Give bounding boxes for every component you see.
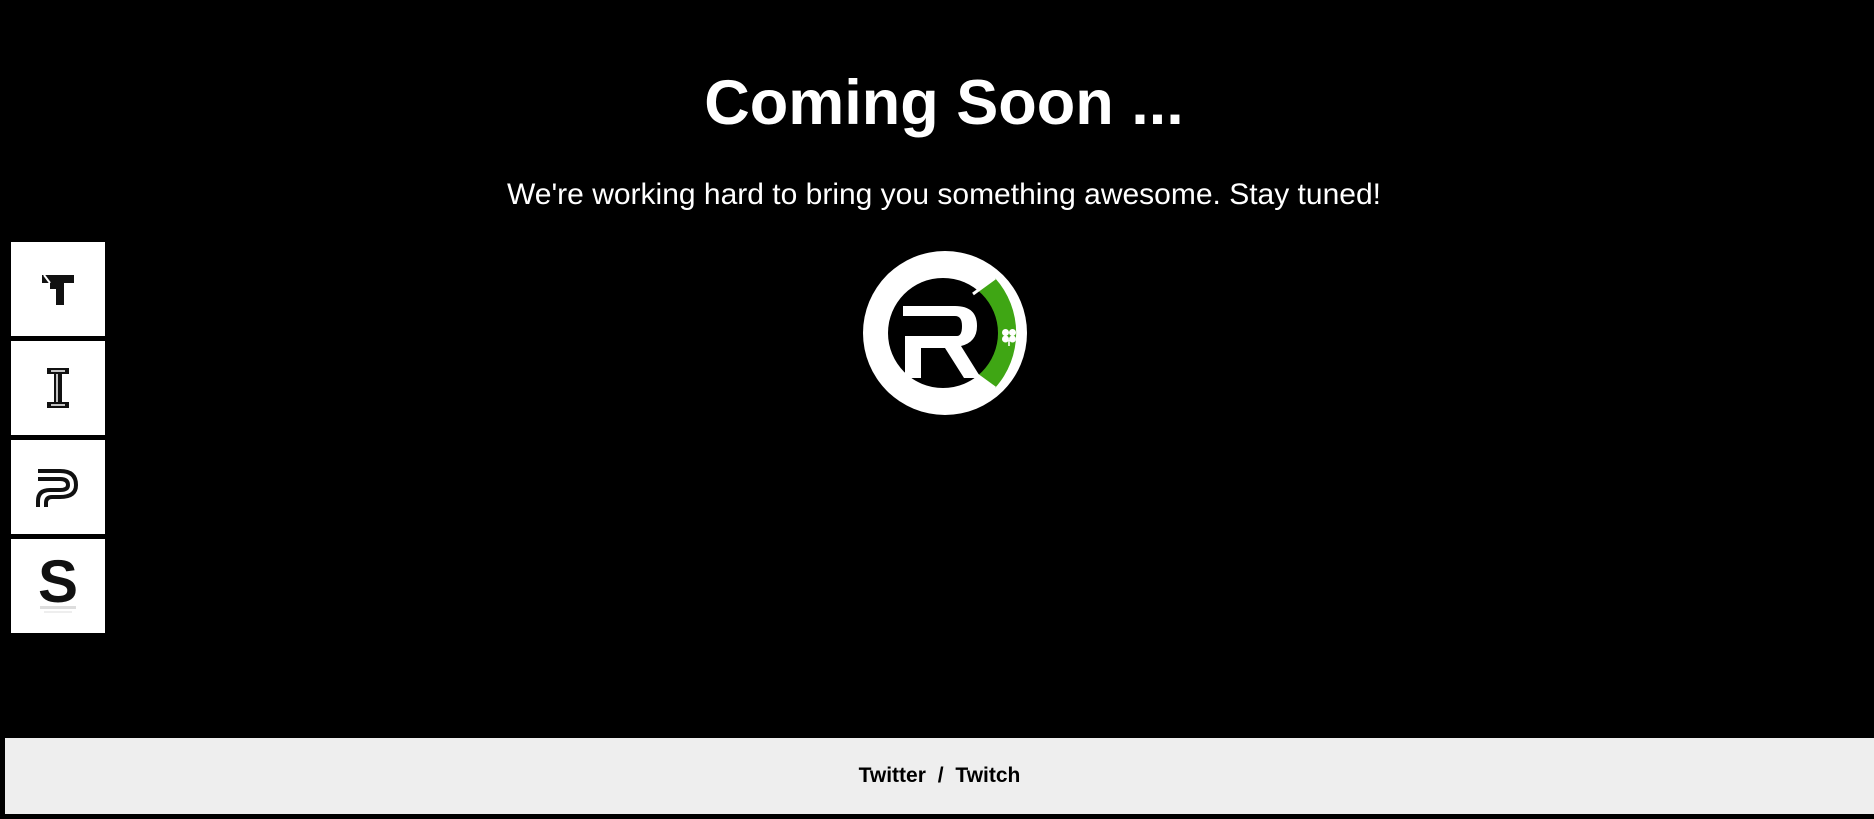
sidebar-item-i[interactable] [11, 341, 105, 435]
brand-logo [863, 248, 1028, 418]
coming-soon-page: Coming Soon ... We're working hard to br… [0, 0, 1874, 819]
page-subtitle: We're working hard to bring you somethin… [507, 178, 1381, 211]
i-logo-icon [47, 368, 69, 408]
sidebar-item-p[interactable] [11, 440, 105, 534]
sidebar-item-s[interactable]: S [11, 539, 105, 633]
bottom-divider [0, 814, 1874, 819]
page-title: Coming Soon ... [704, 68, 1184, 138]
sidebar-item-t[interactable] [11, 242, 105, 336]
p-logo-icon [36, 469, 79, 507]
twitch-link[interactable]: Twitch [955, 764, 1020, 787]
social-links: Twitter / Twitch [859, 764, 1021, 788]
sidebar-nav: S [11, 242, 105, 638]
link-separator: / [937, 764, 944, 787]
footer-bar: Twitter / Twitch [5, 738, 1874, 814]
s-logo-icon: S [38, 554, 78, 615]
svg-text:S: S [38, 554, 78, 615]
t-logo-icon [42, 274, 74, 305]
twitter-link[interactable]: Twitter [859, 764, 926, 787]
